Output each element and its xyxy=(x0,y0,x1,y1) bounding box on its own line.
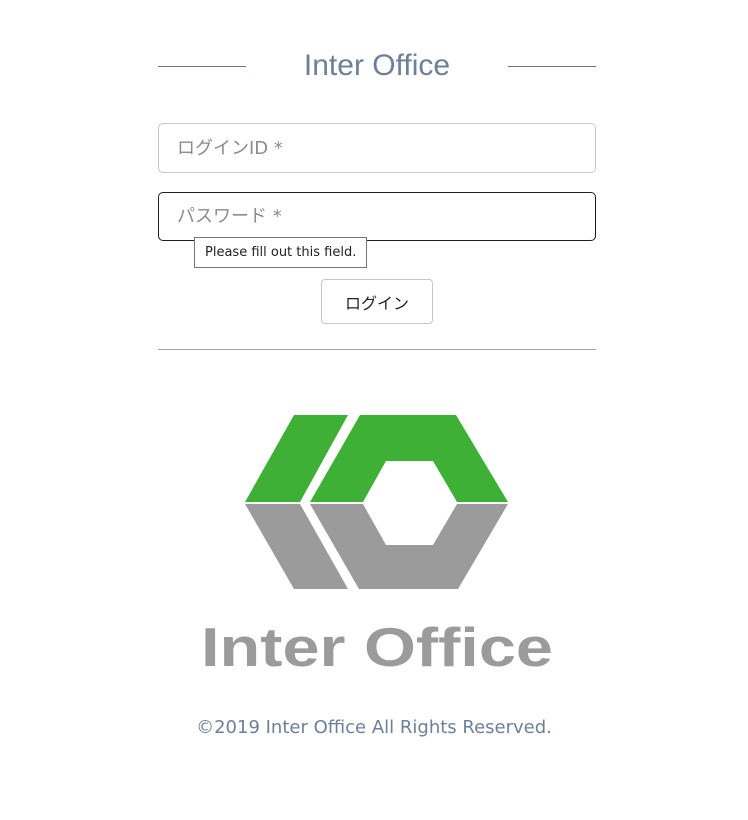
login-page: Inter Office Please fill out this field.… xyxy=(0,0,748,820)
title-divider-left xyxy=(158,66,246,67)
logo-mark-gray xyxy=(245,504,508,589)
form-divider xyxy=(158,349,596,350)
title-row: Inter Office xyxy=(158,44,596,88)
page-title: Inter Office xyxy=(303,49,451,82)
password-input[interactable] xyxy=(158,192,596,241)
validation-tooltip: Please fill out this field. xyxy=(194,237,368,268)
login-button[interactable]: ログイン xyxy=(321,279,433,324)
login-id-input[interactable] xyxy=(158,123,596,173)
title-divider-right xyxy=(508,66,596,67)
logo-mark-green xyxy=(245,415,508,502)
logo-wordmark: Inter Office xyxy=(201,616,553,678)
copyright-text: ©2019 Inter Office All Rights Reserved. xyxy=(196,717,552,738)
inter-office-logo: Inter Office xyxy=(201,415,553,678)
